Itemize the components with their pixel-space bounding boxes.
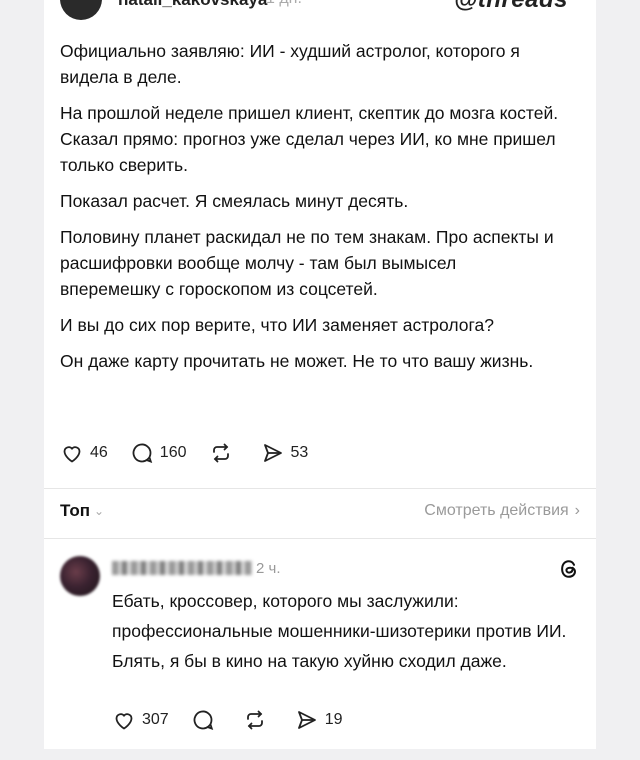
sort-dropdown[interactable]: Топ ⌄ <box>60 501 104 521</box>
sort-row: Топ ⌄ Смотреть действия › <box>60 499 580 523</box>
reply-like-button[interactable]: 307 <box>112 708 169 732</box>
comment-button[interactable]: 160 <box>130 441 187 465</box>
post-paragraph: Показал расчет. Я смеялась минут десять. <box>60 191 409 211</box>
post-text: Официально заявляю: ИИ - худший астролог… <box>60 38 560 384</box>
reply-like-count: 307 <box>142 711 169 728</box>
share-count: 53 <box>290 444 309 461</box>
chevron-down-icon: ⌄ <box>93 504 105 518</box>
like-count: 46 <box>90 444 108 461</box>
view-activity-label: Смотреть действия <box>424 502 569 519</box>
heart-icon <box>115 713 133 730</box>
post-paragraph: И вы до сих пор верите, что ИИ заменяет … <box>60 315 494 335</box>
post-paragraph: Официально заявляю: ИИ - худший астролог… <box>60 41 520 87</box>
repost-icon <box>212 443 229 463</box>
repost-icon <box>246 710 263 730</box>
divider <box>44 538 596 539</box>
comment-bubble-icon <box>132 443 153 463</box>
send-icon <box>263 444 282 462</box>
post-actions: 46 160 53 <box>60 440 330 466</box>
send-icon <box>297 711 316 729</box>
reply-avatar[interactable] <box>60 556 100 596</box>
post-card: natali_kakovskaya 1 дн. @threads Официал… <box>44 0 596 749</box>
reply-time: 2 ч. <box>256 560 281 577</box>
sort-label: Топ <box>60 501 90 520</box>
reply-share-button[interactable]: 19 <box>295 708 343 732</box>
reply-paragraph: Ебать, кроссовер, которого мы заслужили:… <box>112 591 567 671</box>
threads-logo-icon <box>561 560 576 578</box>
view-activity-link[interactable]: Смотреть действия › <box>424 502 580 520</box>
author-username[interactable]: natali_kakovskaya <box>118 0 267 10</box>
comment-bubble-icon <box>193 710 213 730</box>
reply-text: Ебать, кроссовер, которого мы заслужили:… <box>112 586 572 676</box>
heart-icon <box>63 446 81 463</box>
reply-actions: 307 19 <box>112 707 365 733</box>
repost-button[interactable] <box>209 441 239 465</box>
post-time: 1 дн. <box>266 0 302 8</box>
reply-share-count: 19 <box>324 711 343 728</box>
author-avatar[interactable] <box>60 0 102 20</box>
share-button[interactable]: 53 <box>261 441 309 465</box>
comment-count: 160 <box>159 444 187 461</box>
reply-repost-button[interactable] <box>243 708 273 732</box>
like-button[interactable]: 46 <box>60 441 108 465</box>
chevron-right-icon: › <box>574 502 580 519</box>
post-paragraph: Половину планет раскидал не по тем знака… <box>60 227 554 299</box>
reply-comment-button[interactable] <box>191 708 221 732</box>
post-paragraph: Он даже карту прочитать не может. Не то … <box>60 351 534 371</box>
post-paragraph: На прошлой неделе пришел клиент, скептик… <box>60 103 559 175</box>
reply-username-blurred <box>112 561 252 575</box>
threads-watermark: @threads <box>454 0 568 14</box>
divider <box>44 488 596 489</box>
